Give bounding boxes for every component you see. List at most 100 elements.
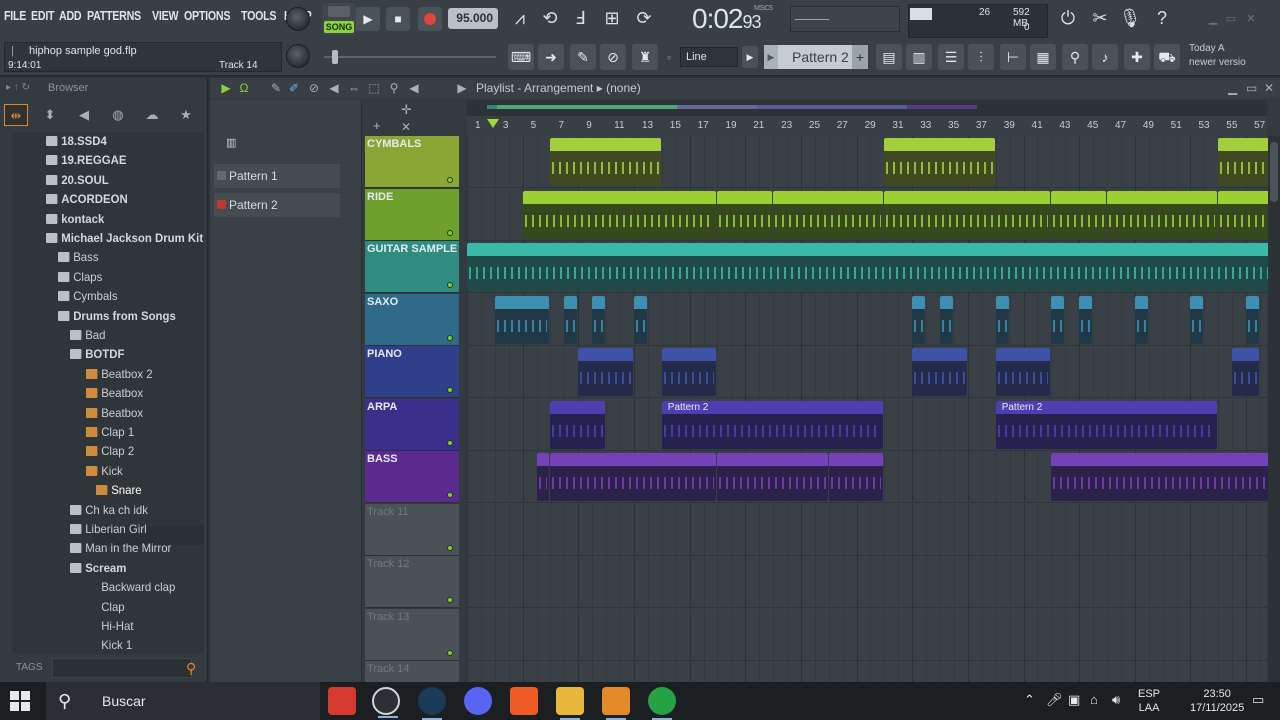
browser-item[interactable]: kontack	[46, 210, 104, 229]
language-indicator[interactable]: ESP LAA	[1138, 687, 1160, 715]
track-lane[interactable]	[467, 503, 1267, 556]
track-lane[interactable]	[467, 608, 1267, 661]
hint-knob[interactable]	[286, 7, 310, 31]
track-header[interactable]: CYMBALS	[365, 136, 459, 188]
fl-studio-app-icon[interactable]	[602, 687, 630, 720]
browser-item[interactable]: Beatbox 2	[86, 365, 153, 384]
taskbar-search[interactable]: ⚲ Buscar	[46, 682, 320, 720]
playlist-clip[interactable]: Pattern 2	[995, 400, 1218, 449]
meet-now-icon[interactable]: ▣	[1068, 692, 1080, 708]
track-enable-led[interactable]	[447, 492, 453, 498]
playlist-clip[interactable]	[467, 243, 1273, 291]
browser-item[interactable]: 18.SSD4	[46, 132, 107, 151]
browser-item[interactable]: Claps	[58, 268, 102, 287]
playlist-clip[interactable]	[1232, 348, 1260, 396]
browser-item[interactable]: 19.REGGAE	[46, 151, 126, 170]
project-tree-icon[interactable]: ⊢	[1000, 44, 1026, 70]
mute-tool-icon[interactable]: ◀	[326, 80, 342, 96]
playlist-clip[interactable]	[1107, 190, 1218, 239]
playlist-clip[interactable]	[1051, 453, 1273, 501]
playlist-clip[interactable]	[1051, 295, 1065, 344]
playlist-clip[interactable]	[536, 453, 550, 501]
magnet-icon[interactable]: Ω	[236, 80, 252, 96]
playlist-minimize-icon[interactable]: ▁	[1228, 78, 1237, 98]
browser-item[interactable]: ACORDEON	[46, 190, 128, 209]
whatsapp-app-icon[interactable]	[648, 687, 676, 720]
windows-start-icon[interactable]	[10, 691, 30, 711]
web-icon[interactable]: ◍	[106, 104, 130, 126]
playlist-clip[interactable]	[912, 295, 926, 344]
playlist-clip[interactable]	[550, 400, 606, 449]
maximize-icon[interactable]: ▭	[1224, 12, 1238, 25]
search-icon[interactable]: ⚲	[186, 660, 196, 677]
zoom-tool-icon[interactable]: ⚲	[386, 80, 402, 96]
browser-item[interactable]: Kick	[86, 462, 123, 481]
browser-item[interactable]: Michael Jackson Drum Kit	[46, 229, 203, 248]
browser-item[interactable]: Beatbox	[86, 404, 143, 423]
playlist-clip[interactable]	[661, 348, 717, 396]
obs-app-icon[interactable]	[372, 687, 400, 718]
pattern-picker-item[interactable]: Pattern 2	[214, 193, 340, 217]
playlist-clip[interactable]	[592, 295, 606, 344]
browser-item[interactable]: Hi-Hat	[86, 617, 133, 636]
playlist-clip[interactable]	[550, 453, 717, 501]
track-header[interactable]: ARPA	[365, 398, 459, 451]
browser-item[interactable]: Ch ka ch idk	[70, 501, 148, 520]
playhead-marker[interactable]	[487, 119, 499, 128]
metronome-icon[interactable]: ⩘	[508, 6, 532, 30]
snap-selector[interactable]: Line	[680, 47, 738, 67]
typing-keyboard-icon[interactable]: ⌨	[508, 44, 534, 70]
playlist-clip[interactable]	[940, 295, 953, 344]
steam-app-icon[interactable]	[418, 687, 446, 720]
browser-item[interactable]: Beatbox	[86, 384, 143, 403]
playlist-clip[interactable]	[1079, 295, 1093, 344]
playlist-clip[interactable]	[1190, 295, 1204, 344]
loop-record-icon[interactable]: ⟳	[632, 6, 656, 30]
brush-tool-icon[interactable]: ✎	[570, 44, 596, 70]
track-enable-led[interactable]	[447, 229, 453, 236]
browser-item[interactable]: 20.SOUL	[46, 171, 109, 190]
playlist-clip[interactable]	[995, 295, 1009, 344]
browser-item[interactable]: BOTDF	[70, 345, 124, 364]
browser-icon[interactable]: ▦	[1030, 44, 1056, 70]
menu-edit[interactable]: EDIT	[31, 8, 55, 28]
draw-tool-icon[interactable]: ✎	[268, 80, 284, 96]
track-header[interactable]: Track 12	[365, 556, 459, 608]
playlist-clip[interactable]	[717, 190, 773, 239]
browser-item[interactable]: Backward clap	[86, 578, 175, 597]
playlist-clip[interactable]	[1246, 295, 1260, 344]
channel-rack-icon[interactable]: ☰	[938, 44, 964, 70]
wait-input-icon[interactable]: ⟲	[538, 6, 562, 30]
pattern-picker-item[interactable]: Pattern 1	[214, 164, 340, 188]
playlist-clip[interactable]	[828, 453, 884, 501]
menu-patterns[interactable]: PATTERNS	[87, 8, 141, 28]
playlist-clip[interactable]	[578, 348, 633, 396]
playlist-clip[interactable]	[522, 190, 717, 239]
network-icon[interactable]: ⌂	[1090, 692, 1098, 707]
playback-tool-icon[interactable]: ◀	[406, 80, 422, 96]
link-icon[interactable]: ⬍	[38, 104, 62, 126]
playlist-clip[interactable]	[564, 295, 578, 344]
playlist-clip[interactable]	[1051, 190, 1106, 239]
playlist-clip[interactable]	[550, 138, 661, 186]
track-enable-led[interactable]	[447, 282, 453, 288]
browser-item[interactable]: Scream	[70, 559, 126, 578]
tempo-display[interactable]: 95.000	[448, 8, 498, 29]
tags-input[interactable]	[52, 658, 192, 678]
brave-app-icon[interactable]	[510, 687, 538, 715]
track-enable-led[interactable]	[447, 649, 453, 656]
slip-tool-icon[interactable]: ⇔	[346, 80, 362, 96]
playlist-clip[interactable]	[995, 348, 1051, 396]
browser-item[interactable]: Clap 2	[86, 442, 134, 461]
volume-icon[interactable]: 🔊︎	[1112, 692, 1120, 708]
collapse-all-icon[interactable]: ⇹	[4, 104, 28, 126]
song-position-bar[interactable]	[790, 6, 900, 32]
browser-item[interactable]: Bad	[70, 326, 105, 345]
browser-nav-arrows-icon[interactable]: ▸ ↑ ↻	[6, 78, 30, 98]
tempo-tapper-icon[interactable]: ♪	[1092, 44, 1118, 70]
master-volume-knob[interactable]	[286, 44, 310, 68]
track-header[interactable]: Track 14	[365, 661, 459, 682]
timeline-ruler[interactable]: 1 3 5 7 9 11 13 15 17 19 21 23 25 27 29 31 33 35 37 39 41 43 4…	[467, 116, 1267, 136]
track-add-icon[interactable]: +	[373, 118, 381, 133]
speaker-icon[interactable]: ◀	[72, 104, 96, 126]
